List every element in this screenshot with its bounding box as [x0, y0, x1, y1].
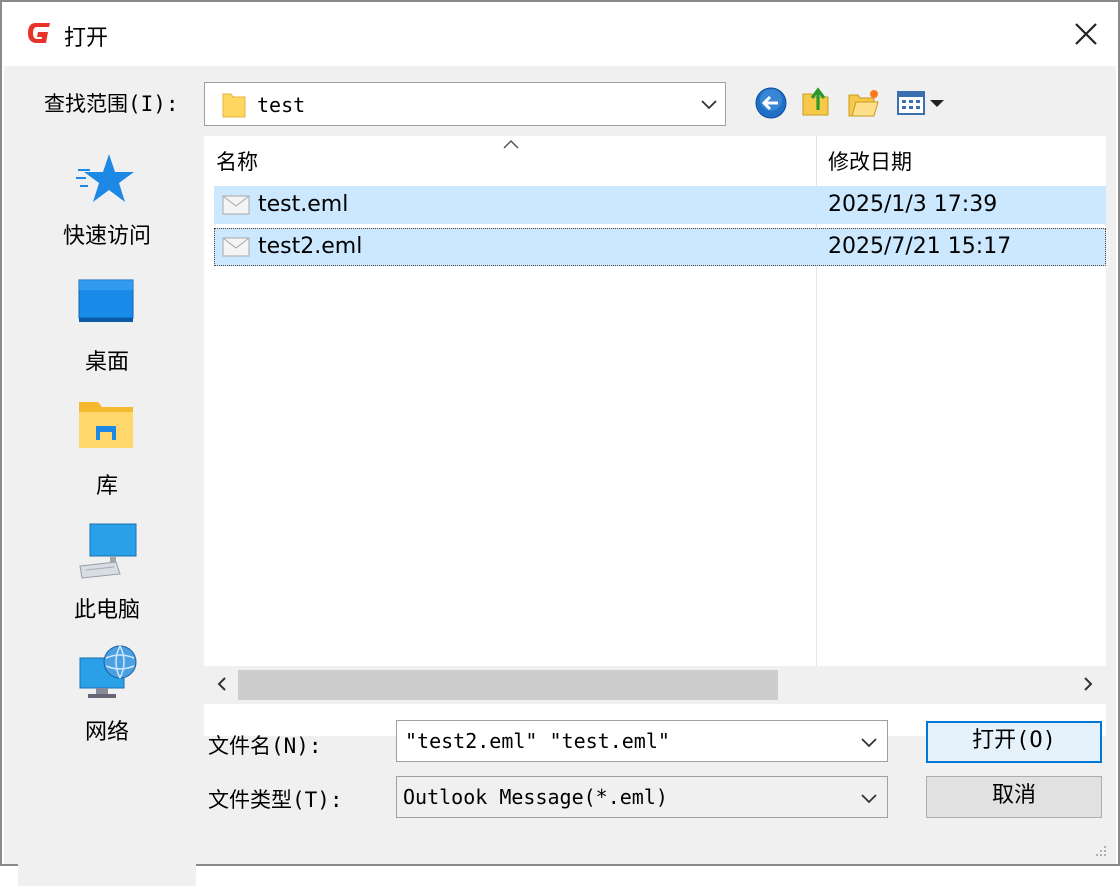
- open-file-dialog: 打开 查找范围(I): test 快速访问 桌面 库 此电脑 网络 名称 修改日…: [0, 0, 1120, 886]
- file-date: 2025/7/21 15:17: [828, 234, 1012, 259]
- place-library[interactable]: 库: [18, 398, 196, 508]
- place-label: 网络: [84, 720, 129, 745]
- column-header-name[interactable]: 名称: [216, 146, 258, 176]
- place-desktop[interactable]: 桌面: [18, 274, 196, 384]
- sort-ascending-icon: [503, 139, 519, 149]
- scroll-left-icon[interactable]: [212, 674, 232, 694]
- chevron-down-icon[interactable]: [859, 735, 879, 749]
- new-folder-icon[interactable]: [846, 86, 880, 120]
- file-name-input[interactable]: "test2.eml" "test.eml": [396, 720, 888, 762]
- network-icon: [79, 645, 137, 698]
- scrollbar-thumb[interactable]: [238, 670, 778, 700]
- app-logo-icon: [28, 23, 50, 43]
- place-this-pc[interactable]: 此电脑: [18, 522, 196, 632]
- file-name-value: "test2.eml" "test.eml": [405, 729, 670, 753]
- star-icon: [76, 154, 134, 202]
- close-icon[interactable]: [1070, 18, 1102, 50]
- table-row[interactable]: test2.eml 2025/7/21 15:17: [214, 228, 1106, 266]
- place-quick-access[interactable]: 快速访问: [18, 148, 196, 258]
- open-button[interactable]: 打开(O): [926, 721, 1102, 763]
- place-label: 桌面: [84, 350, 129, 375]
- look-in-select[interactable]: test: [204, 82, 726, 126]
- place-label: 库: [95, 474, 118, 499]
- file-name: test2.eml: [258, 234, 363, 259]
- view-menu-icon[interactable]: [894, 86, 950, 120]
- file-type-select[interactable]: Outlook Message(*.eml): [396, 776, 888, 818]
- file-type-value: Outlook Message(*.eml): [403, 785, 668, 809]
- email-file-icon: [222, 195, 250, 215]
- up-folder-icon[interactable]: [800, 84, 834, 118]
- look-in-label: 查找范围(I):: [44, 92, 179, 116]
- horizontal-scrollbar[interactable]: [204, 666, 1106, 704]
- chevron-down-icon: [701, 100, 717, 110]
- place-network[interactable]: 网络: [18, 644, 196, 754]
- column-divider[interactable]: [816, 136, 817, 184]
- file-name-label: 文件名(N):: [208, 734, 322, 758]
- dialog-body: 查找范围(I): test 快速访问 桌面 库 此电脑 网络 名称 修改日期 t…: [4, 66, 1116, 886]
- place-label: 此电脑: [73, 598, 140, 623]
- file-name: test.eml: [258, 192, 349, 217]
- desktop-icon: [78, 279, 134, 322]
- file-list[interactable]: 名称 修改日期 test.eml 2025/1/3 17:39 test2.em…: [204, 136, 1106, 736]
- folder-icon: [222, 93, 246, 118]
- chevron-down-icon: [861, 794, 877, 804]
- column-header-date[interactable]: 修改日期: [828, 146, 912, 176]
- places-bar: 快速访问 桌面 库 此电脑 网络: [18, 136, 196, 886]
- email-file-icon: [222, 237, 250, 257]
- resize-grip-icon[interactable]: [1092, 842, 1108, 858]
- title-bar: 打开: [2, 2, 1118, 66]
- table-row[interactable]: test.eml 2025/1/3 17:39: [214, 186, 1106, 224]
- scroll-right-icon[interactable]: [1078, 674, 1098, 694]
- look-in-value: test: [257, 93, 306, 117]
- file-type-label: 文件类型(T):: [208, 788, 343, 812]
- computer-icon: [79, 523, 137, 579]
- library-icon: [79, 402, 133, 448]
- place-label: 快速访问: [62, 224, 151, 249]
- list-header: 名称 修改日期: [204, 136, 1106, 184]
- dialog-title: 打开: [64, 26, 109, 51]
- file-date: 2025/1/3 17:39: [828, 192, 998, 217]
- cancel-button[interactable]: 取消: [926, 776, 1102, 818]
- back-icon[interactable]: [754, 86, 788, 120]
